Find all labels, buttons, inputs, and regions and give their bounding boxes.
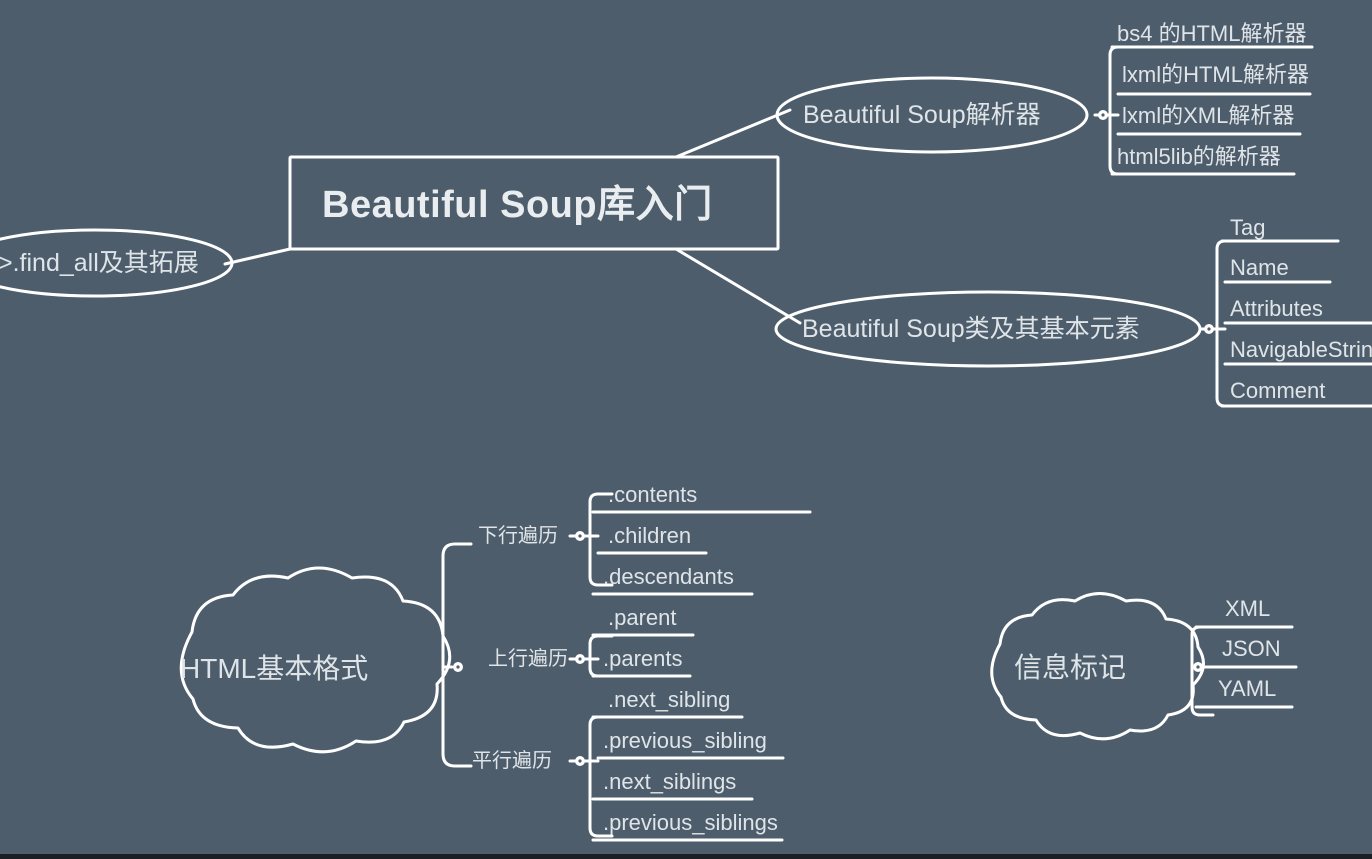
- up-traversal-item-0: .parent: [608, 605, 677, 630]
- parser-item-0: bs4 的HTML解析器: [1117, 21, 1307, 46]
- dot-parser: [1098, 110, 1108, 120]
- central-title-label: Beautiful Soup库入门: [322, 184, 713, 226]
- traversal-label-0: 下行遍历: [478, 525, 558, 547]
- parser-item-2: lxml的XML解析器: [1122, 103, 1295, 128]
- html-traversal-bracket: [441, 542, 473, 768]
- dot-down-traversal-inner: [578, 534, 582, 538]
- mindmap-vector-layer: [0, 45, 1372, 842]
- parallel-traversal-item-1: .previous_sibling: [603, 728, 767, 753]
- soup-element-3: NavigableString: [1230, 337, 1372, 362]
- findall-ellipse-label: >.find_all及其拓展: [0, 249, 199, 277]
- markup-cloud-shape: [990, 592, 1205, 741]
- parser-item-1: lxml的HTML解析器: [1122, 62, 1309, 87]
- soupclass-ellipse: [774, 290, 1202, 368]
- mindmap-canvas: Beautiful Soup库入门 >.find_all及其拓展 Beautif…: [0, 0, 1372, 859]
- markup-format-0: XML: [1225, 596, 1271, 621]
- soupclass-bracket: [1215, 239, 1242, 408]
- parallel-traversal-item-3: .previous_siblings: [603, 810, 778, 835]
- soupclass-ellipse-label: Beautiful Soup类及其基本元素: [802, 315, 1140, 343]
- parser-bracket: [1108, 45, 1137, 176]
- connector-title-to-soupclass: [674, 247, 802, 325]
- bottom-edge-strip: [0, 854, 1372, 859]
- up-traversal-bracket: [588, 634, 614, 678]
- down-traversal-bracket: [588, 492, 614, 587]
- soup-element-0: Tag: [1230, 215, 1266, 240]
- up-traversal-item-1: .parents: [603, 646, 683, 671]
- dot-parser-inner: [1101, 113, 1105, 117]
- markup-bracket: [1190, 625, 1215, 717]
- dot-up-traversal-inner: [578, 657, 582, 661]
- connector-title-to-parser: [674, 108, 792, 159]
- parallel-traversal-item-0: .next_sibling: [608, 687, 731, 712]
- soup-element-2: Attributes: [1230, 296, 1323, 321]
- markup-cloud-label: 信息标记: [1014, 652, 1127, 683]
- markup-format-1: JSON: [1222, 636, 1281, 661]
- dot-markup-cloud-inner: [1196, 665, 1200, 669]
- html-cloud-label: HTML基本格式: [180, 653, 369, 684]
- dot-html-cloud: [453, 662, 463, 672]
- soup-element-1: Name: [1230, 255, 1289, 280]
- traversal-label-1: 上行遍历: [488, 648, 568, 670]
- dot-markup-cloud: [1193, 662, 1203, 672]
- dot-soupclass: [1204, 324, 1214, 334]
- down-traversal-item-0: .contents: [608, 482, 698, 507]
- html-cloud-shape: [179, 566, 452, 754]
- parser-ellipse-label: Beautiful Soup解析器: [803, 101, 1041, 129]
- parallel-traversal-item-2: .next_siblings: [603, 769, 737, 794]
- dot-parallel-traversal: [575, 756, 585, 766]
- parser-item-3: html5lib的解析器: [1117, 144, 1281, 169]
- down-traversal-item-2: .descendants: [603, 564, 734, 589]
- connector-title-to-findall: [223, 247, 292, 266]
- down-traversal-item-1: .children: [608, 523, 692, 548]
- markup-format-2: YAML: [1218, 676, 1277, 701]
- parser-ellipse: [775, 76, 1089, 154]
- central-title-box: [288, 155, 780, 251]
- dot-html-cloud-inner: [456, 665, 460, 669]
- findall-ellipse: [0, 228, 234, 298]
- soup-element-4: Comment: [1230, 378, 1326, 403]
- dot-down-traversal: [575, 531, 585, 541]
- dot-up-traversal: [575, 654, 585, 664]
- dot-parallel-traversal-inner: [578, 759, 582, 763]
- parallel-traversal-bracket: [588, 715, 614, 838]
- dot-soupclass-inner: [1207, 327, 1211, 331]
- traversal-label-2: 平行遍历: [472, 750, 552, 772]
